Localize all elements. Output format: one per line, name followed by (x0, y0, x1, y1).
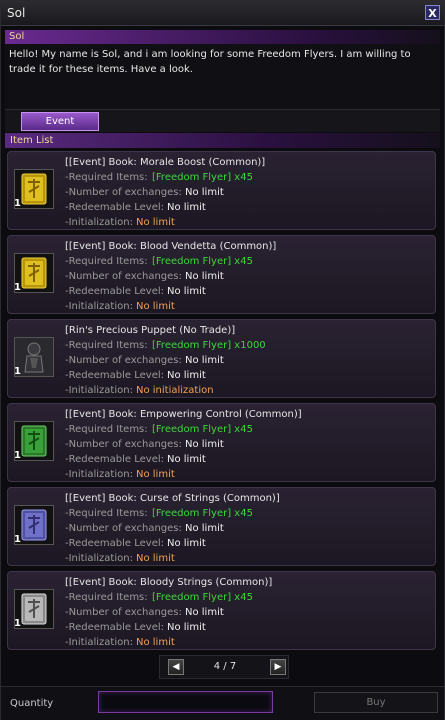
item-name: [[Event] Book: Blood Vendetta (Common)] (65, 241, 277, 252)
init-value: No limit (136, 217, 175, 228)
quantity-label: Quantity (10, 698, 54, 709)
exchanges-label: -Number of exchanges: (65, 523, 182, 534)
required-label: -Required Items: (65, 508, 148, 519)
npc-name: Sol (9, 31, 25, 42)
required-value: [Freedom Flyer] x45 (152, 424, 253, 435)
level-label: -Redeemable Level: (65, 286, 165, 297)
item-name: [Rin's Precious Puppet (No Trade)] (65, 325, 236, 336)
item-qty: 1 (14, 198, 21, 209)
required-label: -Required Items: (65, 172, 148, 183)
npc-dialog-text: Hello! My name is Sol, and i am looking … (5, 44, 440, 110)
exchanges-label: -Number of exchanges: (65, 271, 182, 282)
list-item[interactable]: 1 [Rin's Precious Puppet (No Trade)] -Re… (7, 319, 436, 398)
item-qty: 1 (14, 282, 21, 293)
npc-name-bar: Sol (5, 30, 440, 44)
required-value: [Freedom Flyer] x45 (152, 508, 253, 519)
list-item[interactable]: 1 [[Event] Book: Blood Vendetta (Common)… (7, 235, 436, 314)
item-qty: 1 (14, 534, 21, 545)
list-item[interactable]: 1 [[Event] Book: Bloody Strings (Common)… (7, 571, 436, 650)
item-list-header: Item List (5, 133, 440, 148)
init-value: No limit (136, 469, 175, 480)
required-label: -Required Items: (65, 256, 148, 267)
quantity-input[interactable] (98, 691, 273, 713)
init-value: No limit (136, 301, 175, 312)
level-value: No limit (167, 622, 206, 633)
exchanges-value: No limit (185, 607, 224, 618)
exchanges-value: No limit (185, 523, 224, 534)
init-value: No initialization (136, 385, 214, 396)
level-value: No limit (167, 202, 206, 213)
item-list-label: Item List (10, 135, 54, 146)
required-label: -Required Items: (65, 340, 148, 351)
exchanges-label: -Number of exchanges: (65, 355, 182, 366)
tab-bar: Event (5, 109, 440, 132)
required-value: [Freedom Flyer] x1000 (152, 340, 266, 351)
title-bar[interactable]: Sol X (1, 1, 444, 26)
init-value: No limit (136, 553, 175, 564)
close-button[interactable]: X (425, 5, 440, 20)
init-label: -Initialization: (65, 301, 133, 312)
item-name: [[Event] Book: Morale Boost (Common)] (65, 157, 266, 168)
item-qty: 1 (14, 450, 21, 461)
exchanges-value: No limit (185, 355, 224, 366)
required-label: -Required Items: (65, 424, 148, 435)
init-value: No limit (136, 637, 175, 648)
level-label: -Redeemable Level: (65, 202, 165, 213)
required-value: [Freedom Flyer] x45 (152, 592, 253, 603)
npc-trade-window: Sol X Sol Hello! My name is Sol, and i a… (0, 0, 445, 720)
exchanges-value: No limit (185, 439, 224, 450)
required-value: [Freedom Flyer] x45 (152, 172, 253, 183)
pagination: ◀ 4 / 7 ▶ (159, 655, 289, 679)
level-value: No limit (167, 538, 206, 549)
list-item[interactable]: 1 [[Event] Book: Empowering Control (Com… (7, 403, 436, 482)
init-label: -Initialization: (65, 217, 133, 228)
level-label: -Redeemable Level: (65, 622, 165, 633)
footer-bar: Quantity Buy (1, 686, 444, 720)
next-page-button[interactable]: ▶ (270, 659, 286, 675)
level-value: No limit (167, 454, 206, 465)
level-value: No limit (167, 370, 206, 381)
required-value: [Freedom Flyer] x45 (152, 256, 253, 267)
item-name: [[Event] Book: Empowering Control (Commo… (65, 409, 302, 420)
buy-button[interactable]: Buy (314, 692, 438, 713)
exchanges-label: -Number of exchanges: (65, 439, 182, 450)
init-label: -Initialization: (65, 637, 133, 648)
list-item[interactable]: 1 [[Event] Book: Curse of Strings (Commo… (7, 487, 436, 566)
list-item[interactable]: 1 [[Event] Book: Morale Boost (Common)] … (7, 151, 436, 230)
init-label: -Initialization: (65, 469, 133, 480)
init-label: -Initialization: (65, 385, 133, 396)
init-label: -Initialization: (65, 553, 133, 564)
item-qty: 1 (14, 618, 21, 629)
window-title: Sol (7, 6, 26, 20)
exchanges-label: -Number of exchanges: (65, 187, 182, 198)
level-label: -Redeemable Level: (65, 454, 165, 465)
exchanges-label: -Number of exchanges: (65, 607, 182, 618)
tab-event[interactable]: Event (21, 112, 99, 131)
item-qty: 1 (14, 366, 21, 377)
exchanges-value: No limit (185, 271, 224, 282)
level-value: No limit (167, 286, 206, 297)
exchanges-value: No limit (185, 187, 224, 198)
required-label: -Required Items: (65, 592, 148, 603)
item-name: [[Event] Book: Bloody Strings (Common)] (65, 577, 273, 588)
item-name: [[Event] Book: Curse of Strings (Common)… (65, 493, 280, 504)
level-label: -Redeemable Level: (65, 538, 165, 549)
level-label: -Redeemable Level: (65, 370, 165, 381)
